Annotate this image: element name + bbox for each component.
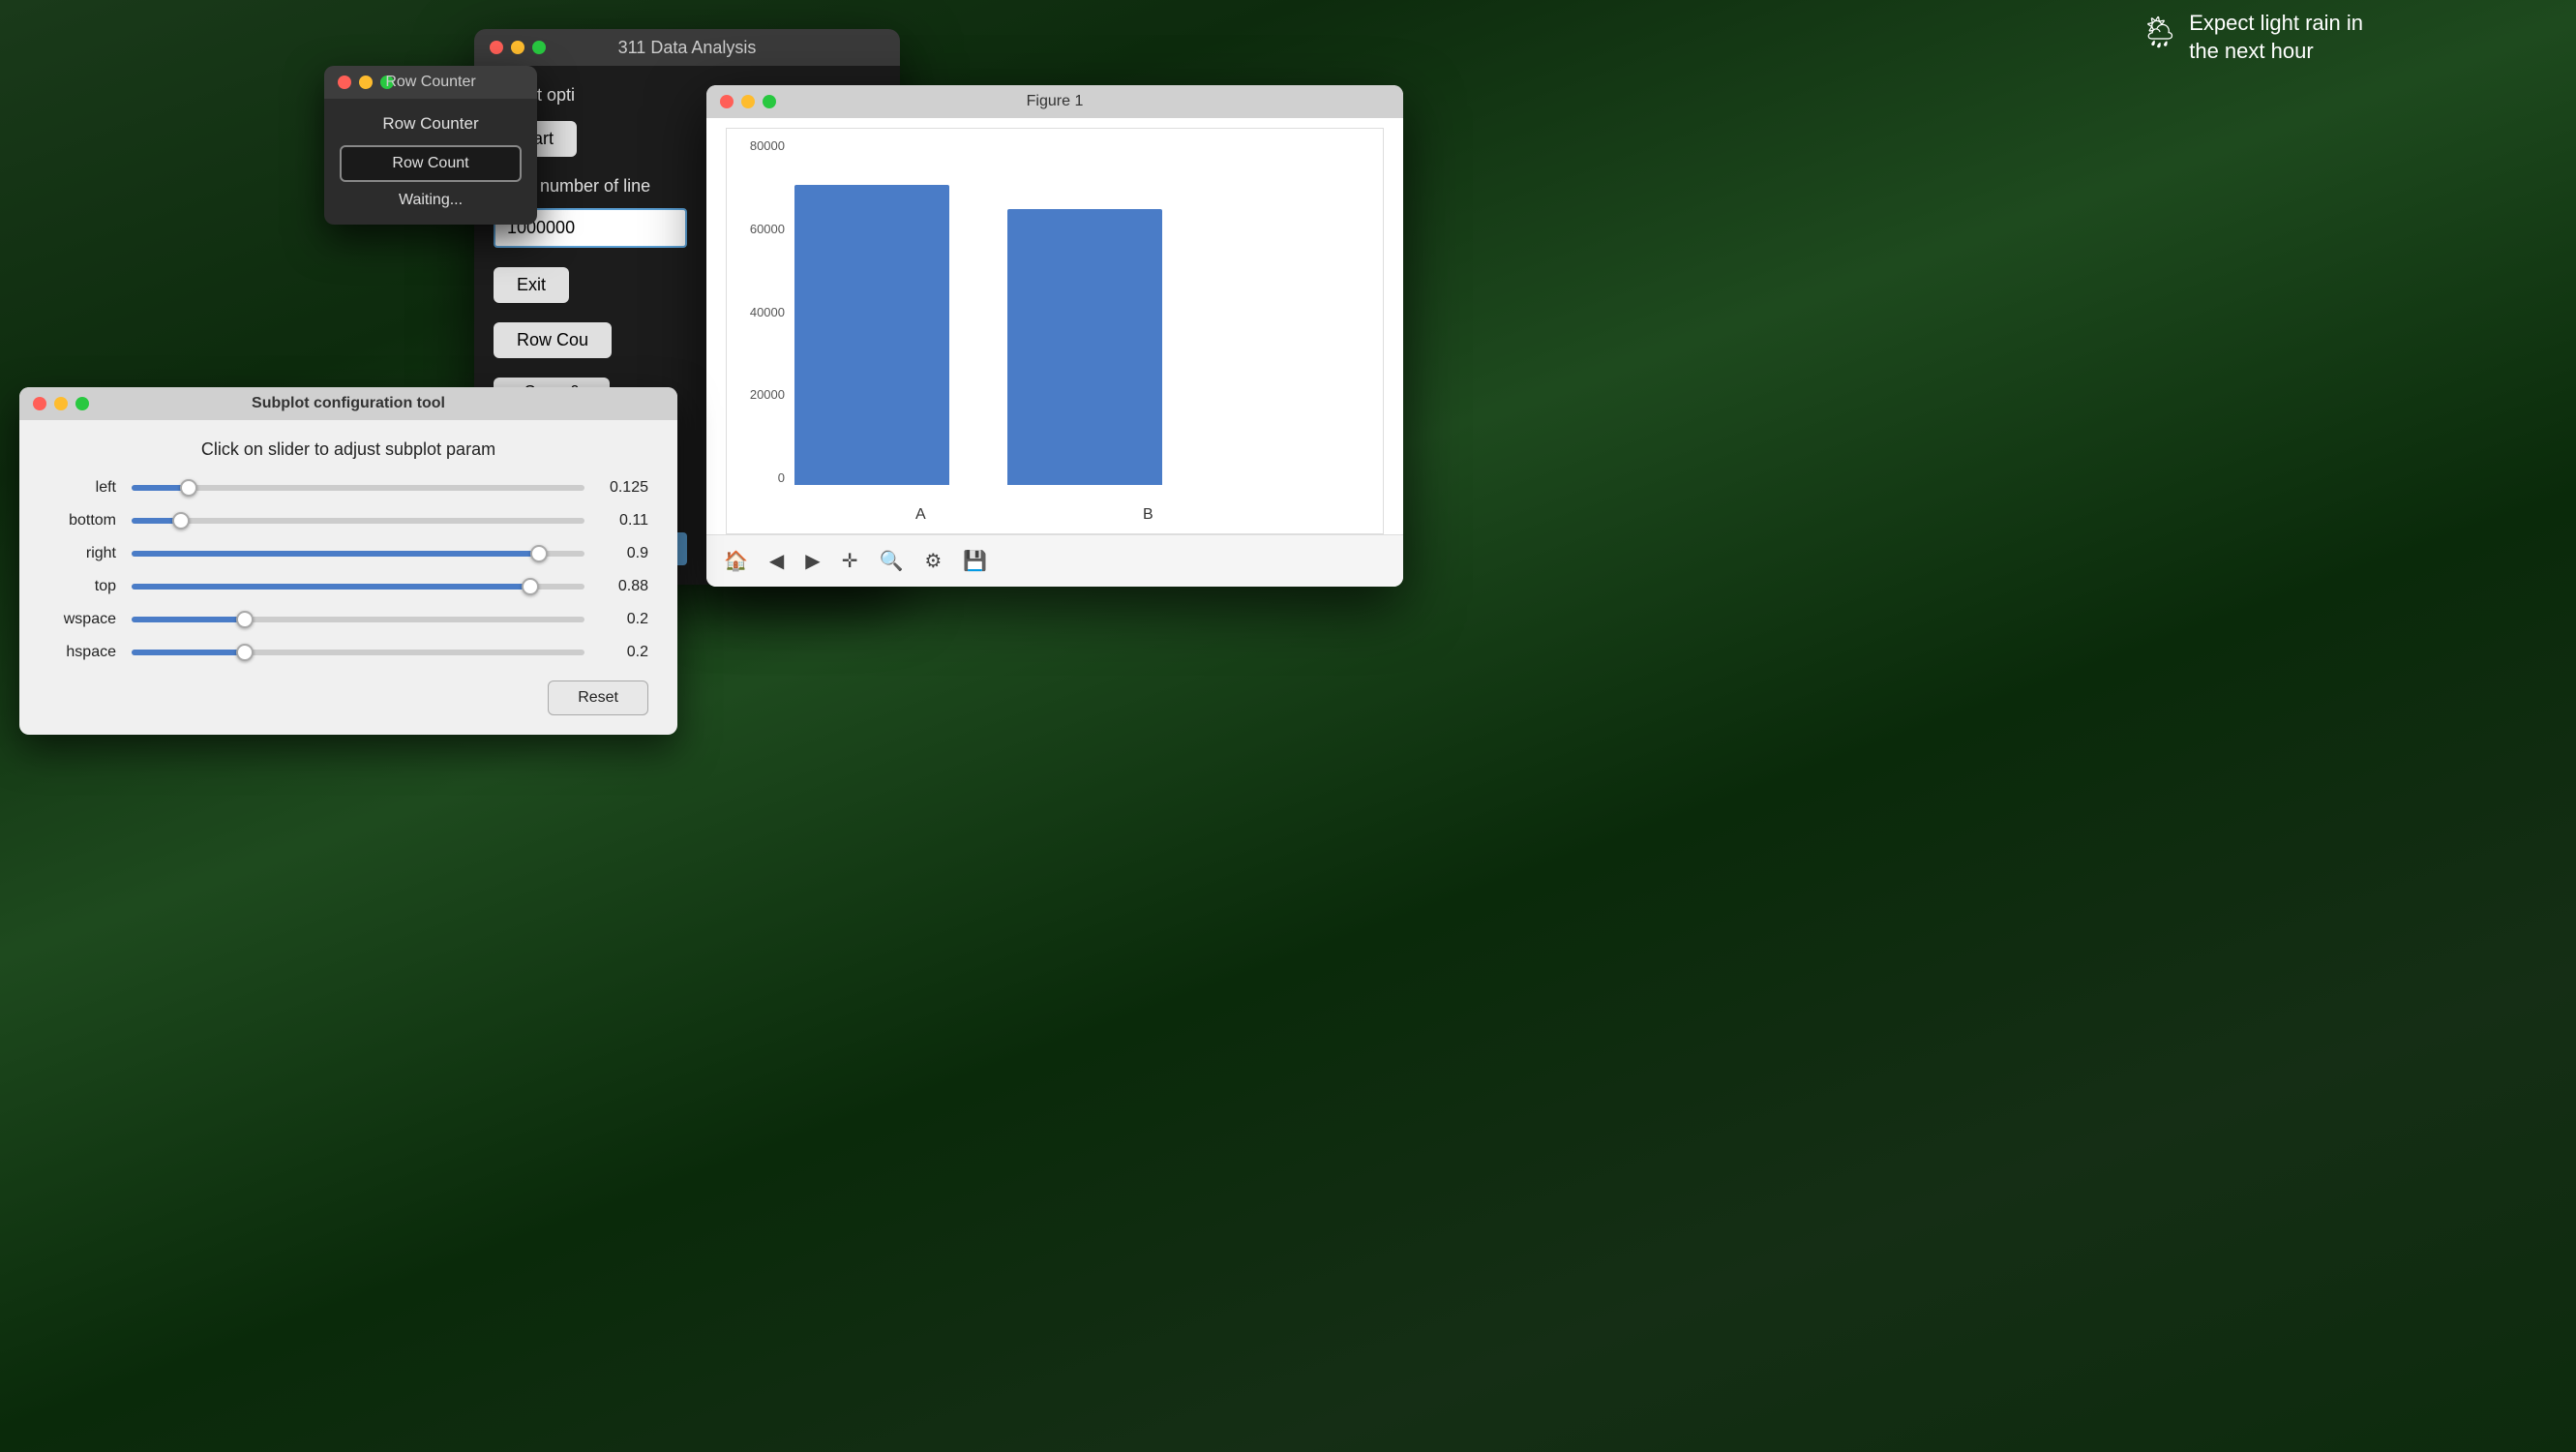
subplot-window: Subplot configuration tool Click on slid… <box>19 387 677 735</box>
subplot-maximize-btn[interactable] <box>75 397 89 410</box>
close-btn-red[interactable] <box>490 41 503 54</box>
fig-minimize-btn[interactable] <box>741 95 755 108</box>
chart-bars <box>794 148 1344 485</box>
fig-maximize-btn[interactable] <box>763 95 776 108</box>
subplot-close-btn[interactable] <box>33 397 46 410</box>
slider-value-left: 0.125 <box>600 479 648 497</box>
slider-track-hspace[interactable] <box>132 650 584 655</box>
subplot-minimize-btn[interactable] <box>54 397 68 410</box>
weather-icon: 🌦 <box>2141 14 2180 50</box>
subplot-title: Subplot configuration tool <box>252 395 445 412</box>
slider-value-wspace: 0.2 <box>600 611 648 628</box>
notification-widget: 🌦 Expect light rain in the next hour <box>2141 10 2363 65</box>
slider-label-right: right <box>48 545 116 562</box>
slider-row-right: right 0.9 <box>48 545 648 562</box>
bar-wrap-a <box>794 185 949 485</box>
forward-tool-button[interactable]: ▶ <box>797 543 827 579</box>
bar-a <box>794 185 949 485</box>
bar-wrap-b <box>1007 209 1162 485</box>
slider-track-right[interactable] <box>132 551 584 557</box>
slider-row-left: left 0.125 <box>48 479 648 497</box>
bar-label-a: A <box>915 506 926 524</box>
slider-row-top: top 0.88 <box>48 578 648 595</box>
chart-area: 80000 60000 40000 20000 0 A B <box>726 128 1384 534</box>
bar-b <box>1007 209 1162 485</box>
bar-label-b: B <box>1143 506 1153 524</box>
exit-button[interactable]: Exit <box>494 267 569 303</box>
settings-tool-button[interactable]: ⚙ <box>916 543 949 579</box>
slider-row-hspace: hspace 0.2 <box>48 644 648 661</box>
data-analysis-titlebar: 311 Data Analysis <box>474 29 900 66</box>
row-counter-title: Row Counter <box>385 74 475 91</box>
minimize-btn-yellow[interactable] <box>511 41 524 54</box>
slider-row-bottom: bottom 0.11 <box>48 512 648 529</box>
slider-label-top: top <box>48 578 116 595</box>
reset-button[interactable]: Reset <box>548 681 648 715</box>
row-counter-body: Row Counter Row Count Waiting... <box>324 99 537 225</box>
y-tick-20000: 20000 <box>750 387 785 402</box>
subplot-body: Click on slider to adjust subplot param … <box>19 420 677 735</box>
slider-row-wspace: wspace 0.2 <box>48 611 648 628</box>
slider-label-wspace: wspace <box>48 611 116 628</box>
slider-value-right: 0.9 <box>600 545 648 562</box>
rc-close-btn[interactable] <box>338 76 351 89</box>
save-tool-button[interactable]: 💾 <box>955 543 995 579</box>
rc-label: Row Counter <box>340 114 522 134</box>
subplot-instruction: Click on slider to adjust subplot param <box>48 439 648 460</box>
notification-text: Expect light rain in the next hour <box>2189 10 2363 65</box>
rowcount-button[interactable]: Row Cou <box>494 322 612 358</box>
home-tool-button[interactable]: 🏠 <box>716 543 756 579</box>
y-tick-60000: 60000 <box>750 222 785 236</box>
slider-label-left: left <box>48 479 116 497</box>
rc-waiting: Waiting... <box>340 192 522 209</box>
slider-track-wspace[interactable] <box>132 617 584 622</box>
slider-label-bottom: bottom <box>48 512 116 529</box>
figure-body: 80000 60000 40000 20000 0 A B <box>706 118 1403 534</box>
subplot-reset-row: Reset <box>48 681 648 715</box>
figure-titlebar: Figure 1 <box>706 85 1403 118</box>
slider-track-top[interactable] <box>132 584 584 590</box>
y-tick-40000: 40000 <box>750 305 785 319</box>
y-tick-80000: 80000 <box>750 138 785 153</box>
row-counter-titlebar: Row Counter <box>324 66 537 99</box>
row-counter-window: Row Counter Row Counter Row Count Waitin… <box>324 66 537 225</box>
fig-close-btn[interactable] <box>720 95 734 108</box>
slider-track-bottom[interactable] <box>132 518 584 524</box>
slider-value-hspace: 0.2 <box>600 644 648 661</box>
pan-tool-button[interactable]: ✛ <box>834 543 866 579</box>
figure-window: Figure 1 80000 60000 40000 20000 0 A <box>706 85 1403 587</box>
slider-value-top: 0.88 <box>600 578 648 595</box>
slider-value-bottom: 0.11 <box>600 512 648 529</box>
subplot-titlebar: Subplot configuration tool <box>19 387 677 420</box>
data-analysis-title: 311 Data Analysis <box>618 38 757 58</box>
slider-track-left[interactable] <box>132 485 584 491</box>
maximize-btn-green[interactable] <box>532 41 546 54</box>
figure-title: Figure 1 <box>1027 93 1084 110</box>
zoom-tool-button[interactable]: 🔍 <box>871 543 911 579</box>
figure-toolbar: 🏠 ◀ ▶ ✛ 🔍 ⚙ 💾 <box>706 534 1403 587</box>
back-tool-button[interactable]: ◀ <box>762 543 792 579</box>
y-axis: 80000 60000 40000 20000 0 <box>727 138 794 485</box>
slider-label-hspace: hspace <box>48 644 116 661</box>
y-tick-0: 0 <box>778 470 785 485</box>
rc-minimize-btn[interactable] <box>359 76 373 89</box>
row-count-button[interactable]: Row Count <box>340 145 522 182</box>
